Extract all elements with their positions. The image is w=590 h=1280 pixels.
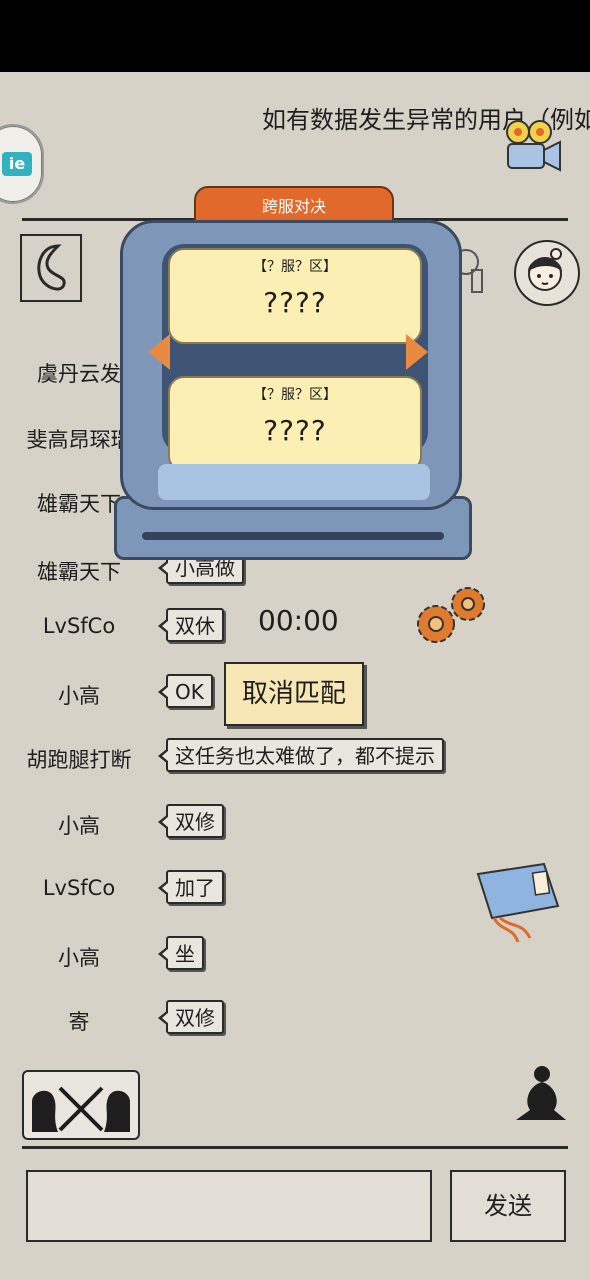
chat-bubble: 双休 — [158, 608, 224, 642]
machine-panel — [158, 464, 430, 500]
chat-input[interactable] — [26, 1170, 432, 1242]
opponent-card-bottom: 【？服？区】 ???? — [168, 376, 422, 472]
chat-name[interactable]: 寄 — [0, 1006, 158, 1036]
right-arrow-icon — [406, 334, 428, 370]
status-bar — [0, 0, 590, 72]
server-label: 【？服？区】 — [253, 259, 337, 275]
popup-title: 跨服对决 — [194, 186, 394, 222]
chat-name[interactable]: 胡跑腿打断 — [0, 744, 158, 774]
side-tab[interactable]: ie — [0, 124, 44, 204]
chat-bubble: OK — [158, 674, 213, 708]
chat-bubble: 这任务也太难做了，都不提示 — [158, 738, 444, 772]
app-logo-icon: ie — [2, 152, 32, 176]
chat-row: 寄 双修 — [0, 998, 590, 1038]
left-arrow-icon — [148, 334, 170, 370]
chat-bubble: 双修 — [158, 804, 224, 838]
chat-name[interactable]: 小高 — [0, 942, 158, 972]
meditate-icon[interactable] — [510, 1062, 570, 1124]
server-label: 【？服？区】 — [253, 387, 337, 403]
back-button[interactable] — [20, 234, 82, 302]
chat-name[interactable]: LvSfCo — [0, 614, 158, 638]
cross-server-match-popup: 跨服对决 【？服？区】 ???? 【？服？区】 ???? — [114, 186, 474, 566]
chat-name[interactable]: 小高 — [0, 680, 158, 710]
chat-row: 小高 双修 — [0, 802, 590, 842]
back-icon — [37, 244, 66, 291]
book-icon[interactable] — [472, 862, 562, 946]
machine-slot — [142, 532, 444, 540]
camera-icon[interactable] — [500, 118, 564, 176]
cancel-match-button[interactable]: 取消匹配 — [224, 662, 364, 726]
footer-divider — [22, 1146, 568, 1149]
player-name: ???? — [263, 286, 327, 319]
match-timer: 00:00 — [258, 604, 339, 637]
gear-icon[interactable] — [410, 584, 492, 650]
chat-name[interactable]: LvSfCo — [0, 876, 158, 900]
send-button[interactable]: 发送 — [450, 1170, 566, 1242]
player-name: ???? — [263, 414, 327, 447]
chat-bubble: 双修 — [158, 1000, 224, 1034]
chat-row: 胡跑腿打断 这任务也太难做了，都不提示 — [0, 736, 590, 776]
chat-bubble: 加了 — [158, 870, 224, 904]
chat-name[interactable]: 小高 — [0, 810, 158, 840]
opponent-card-top: 【？服？区】 ???? — [168, 248, 422, 344]
chat-bubble: 坐 — [158, 936, 204, 970]
avatar[interactable] — [514, 240, 580, 306]
pk-icon[interactable] — [22, 1070, 140, 1140]
